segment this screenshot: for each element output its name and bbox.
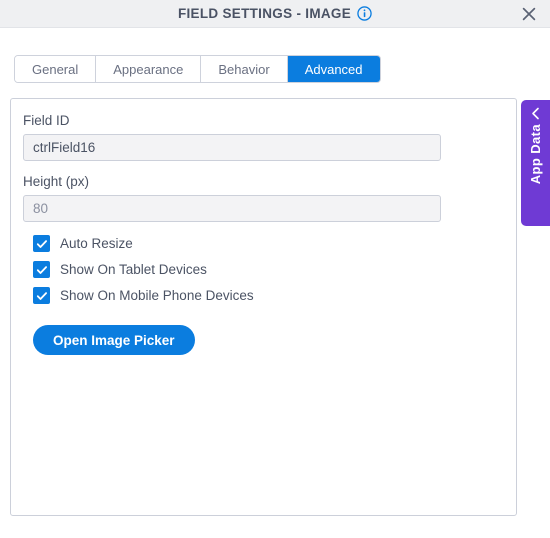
chevron-left-icon (530, 107, 541, 120)
app-data-label: App Data (528, 124, 543, 185)
open-image-picker-button[interactable]: Open Image Picker (33, 325, 195, 355)
field-id-label: Field ID (23, 113, 70, 128)
tab-appearance[interactable]: Appearance (96, 56, 202, 82)
close-button[interactable] (518, 3, 540, 25)
tab-advanced[interactable]: Advanced (287, 56, 380, 82)
check-icon (36, 265, 47, 274)
advanced-settings-panel: Field ID Height (px) Auto Resize Show On… (10, 98, 517, 516)
close-icon (522, 7, 536, 21)
page-title: FIELD SETTINGS - IMAGE (177, 6, 352, 21)
dialog-title-group: FIELD SETTINGS - IMAGE (178, 6, 372, 21)
checkbox-row-show-on-tablet[interactable]: Show On Tablet Devices (33, 261, 504, 278)
check-icon (36, 239, 47, 248)
check-icon (36, 291, 47, 300)
height-label: Height (px) (23, 174, 90, 189)
checkbox-label-show-on-mobile: Show On Mobile Phone Devices (60, 288, 254, 303)
checkbox-row-auto-resize[interactable]: Auto Resize (33, 235, 504, 252)
tab-general[interactable]: General (15, 56, 97, 82)
checkbox-row-show-on-mobile[interactable]: Show On Mobile Phone Devices (33, 287, 504, 304)
height-input[interactable] (23, 195, 441, 222)
tab-behavior[interactable]: Behavior (201, 56, 288, 82)
dialog-header: FIELD SETTINGS - IMAGE (0, 0, 550, 28)
checkbox-auto-resize[interactable] (33, 235, 50, 252)
info-circle-icon[interactable] (357, 6, 372, 21)
checkbox-label-show-on-tablet: Show On Tablet Devices (60, 262, 207, 277)
settings-tab-bar: General Appearance Behavior Advanced (14, 55, 381, 83)
checkbox-label-auto-resize: Auto Resize (60, 236, 133, 251)
checkbox-show-on-mobile[interactable] (33, 287, 50, 304)
field-id-input[interactable] (23, 134, 441, 161)
checkbox-show-on-tablet[interactable] (33, 261, 50, 278)
app-data-panel-toggle[interactable]: App Data (521, 100, 550, 226)
